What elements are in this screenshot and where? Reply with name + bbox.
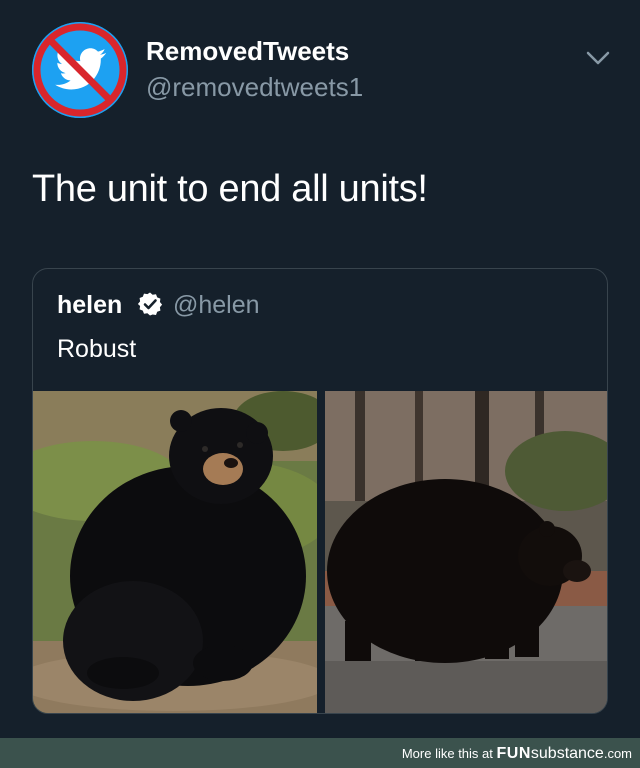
avatar[interactable] [32,22,128,118]
quoted-display-name: helen [57,291,123,319]
quoted-tweet-text: Robust [57,335,137,363]
display-name[interactable]: RemovedTweets [146,36,349,67]
brand-tld: .com [603,746,632,761]
site-footer: More like this at FUNsubstance.com [0,738,640,768]
walking-black-bear-photo[interactable] [325,391,607,713]
tweet-text: The unit to end all units! [32,168,428,210]
footer-link[interactable]: More like this at FUNsubstance.com [402,745,632,763]
quoted-tweet[interactable]: helen @helen Robust [32,268,608,714]
no-twitter-bird-icon [32,22,128,118]
quoted-user-handle: @helen [173,291,260,319]
brand-substance: substance [530,745,604,762]
tweet-header: RemovedTweets @removedtweets1 [0,0,640,140]
footer-prefix: More like this at [401,746,497,761]
sitting-black-bear-photo[interactable] [33,391,317,713]
brand-fun: FUN [496,745,531,762]
verified-badge-icon [137,291,163,317]
user-handle[interactable]: @removedtweets1 [146,72,363,103]
chevron-down-icon[interactable] [584,44,612,72]
